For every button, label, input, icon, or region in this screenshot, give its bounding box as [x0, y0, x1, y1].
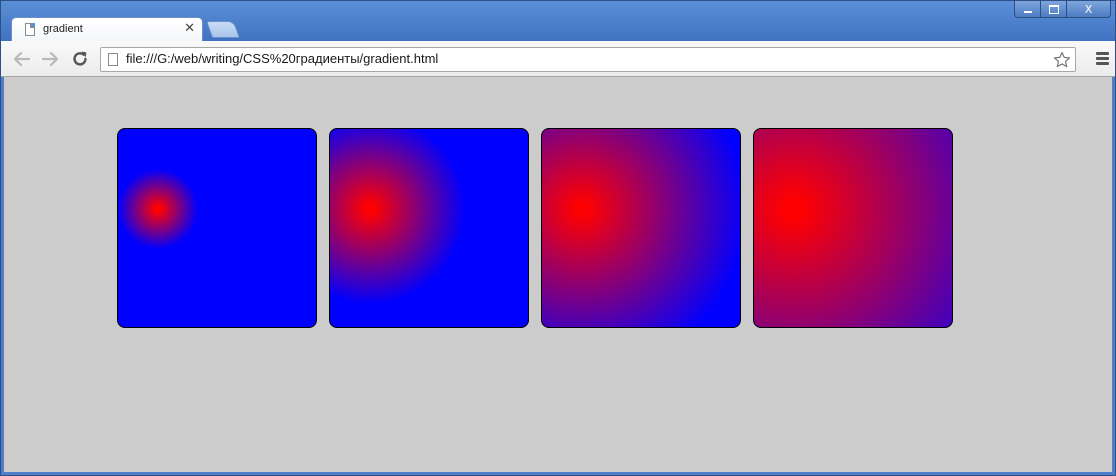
gradient-box-2	[329, 128, 529, 328]
reload-icon	[73, 51, 87, 66]
url-text[interactable]: file:///G:/web/writing/CSS%20градиенты/g…	[126, 51, 438, 66]
document-icon	[25, 23, 35, 36]
close-window-button[interactable]: X	[1067, 1, 1111, 18]
forward-button[interactable]	[41, 50, 59, 68]
new-tab-button[interactable]	[205, 21, 241, 38]
maximize-icon	[1048, 4, 1059, 14]
page-content	[4, 77, 1112, 472]
address-bar[interactable]: file:///G:/web/writing/CSS%20градиенты/g…	[100, 47, 1076, 72]
browser-window: gradient ✕ X file:///G:/web/writing/CSS%…	[0, 0, 1116, 476]
back-arrow-icon	[14, 52, 30, 66]
reload-button[interactable]	[71, 50, 89, 68]
document-icon	[108, 53, 118, 66]
forward-arrow-icon	[42, 52, 58, 66]
gradient-box-3	[541, 128, 741, 328]
star-icon[interactable]	[1051, 49, 1073, 71]
tab-close-icon[interactable]: ✕	[184, 21, 195, 37]
gradient-box-1	[117, 128, 317, 328]
minimize-icon	[1023, 11, 1032, 13]
back-button[interactable]	[13, 50, 31, 68]
minimize-button[interactable]	[1014, 1, 1041, 18]
close-icon: X	[1084, 2, 1093, 16]
window-controls: X	[1014, 1, 1111, 19]
toolbar: file:///G:/web/writing/CSS%20градиенты/g…	[1, 41, 1115, 77]
tab-strip: gradient ✕ X	[1, 1, 1115, 42]
tab-gradient[interactable]: gradient ✕	[11, 17, 203, 42]
tab-title: gradient	[43, 23, 83, 35]
gradient-box-4	[753, 128, 953, 328]
hamburger-menu-icon[interactable]	[1096, 52, 1109, 66]
maximize-button[interactable]	[1041, 1, 1067, 18]
